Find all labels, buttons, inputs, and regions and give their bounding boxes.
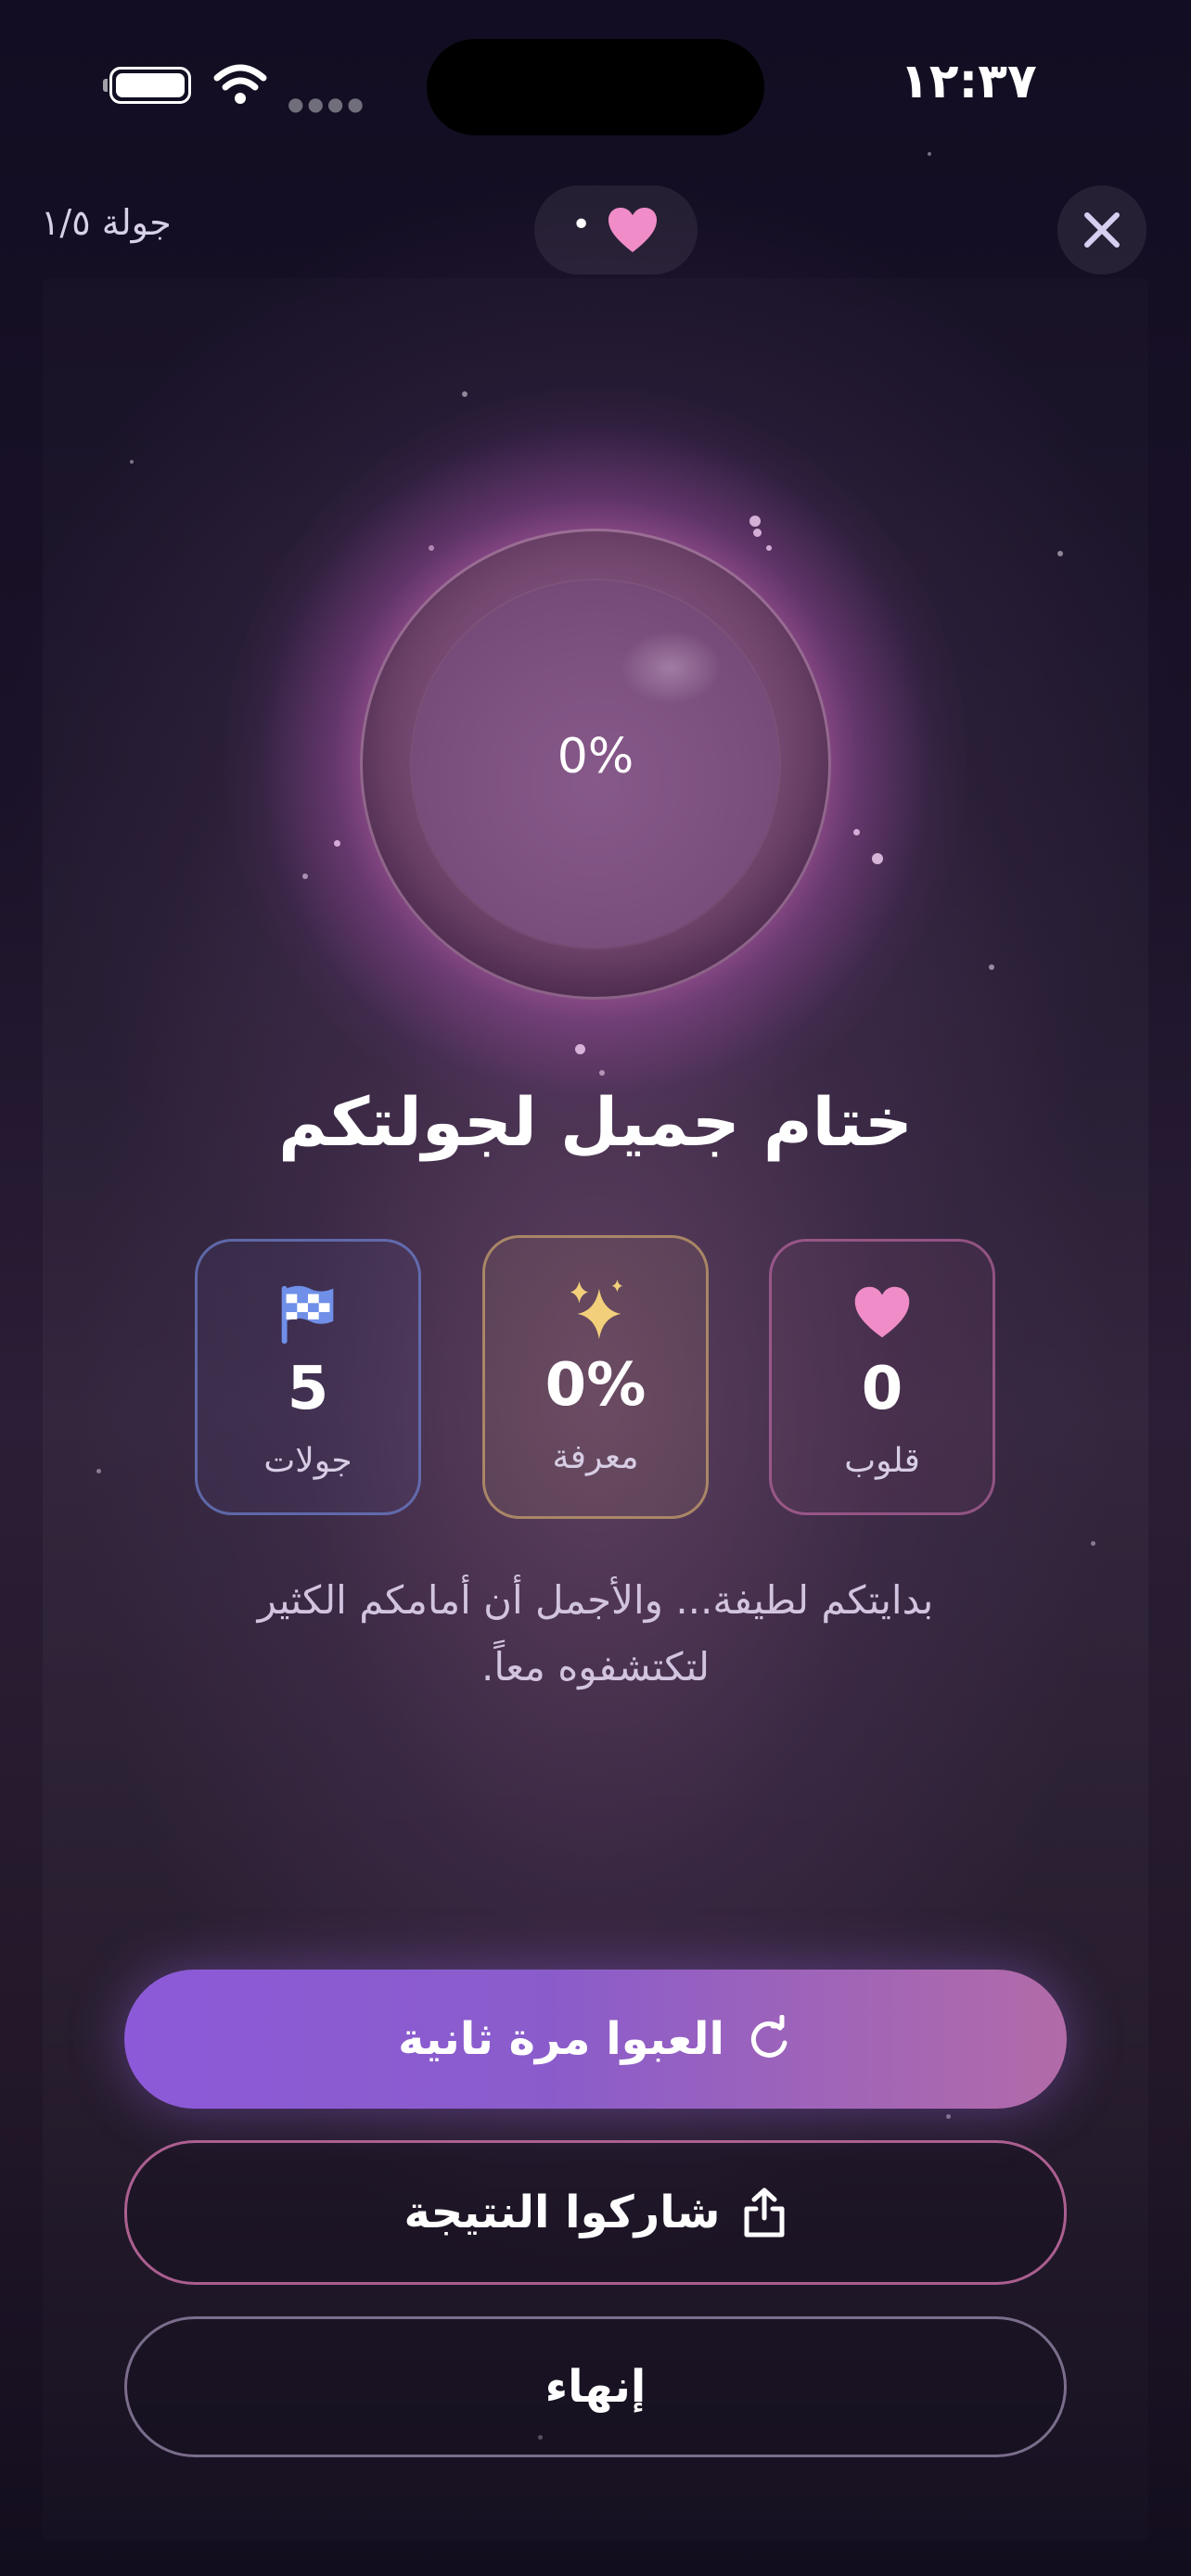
close-icon — [1084, 212, 1120, 248]
page-title: ختام جميل لجولتكم — [278, 1083, 913, 1161]
message-line-1: بدايتكم لطيفة... والأجمل أن أمامكم الكثي… — [257, 1577, 934, 1623]
share-result-button[interactable]: شاركوا النتيجة — [124, 2140, 1067, 2285]
star-decoration — [462, 391, 467, 397]
stat-value: 5 — [287, 1355, 329, 1423]
finish-button[interactable]: إنهاء — [124, 2316, 1067, 2457]
refresh-icon — [750, 2015, 788, 2058]
signal-icon: ●●●● — [288, 93, 367, 115]
stat-label: قلوب — [844, 1442, 920, 1480]
stat-value: 0 — [861, 1355, 903, 1423]
close-button[interactable] — [1057, 185, 1146, 274]
star-decoration — [989, 964, 994, 970]
star-decoration — [1057, 551, 1063, 556]
message-line-2: لتكتشفوه معاً. — [480, 1644, 710, 1690]
star-decoration — [946, 2114, 951, 2119]
checkered-flag-icon — [281, 1285, 334, 1345]
stat-card-hearts: 0 قلوب — [769, 1239, 995, 1515]
progress-orb: 0% — [360, 529, 831, 1000]
wifi-icon — [213, 64, 267, 104]
result-message: بدايتكم لطيفة... والأجمل أن أمامكم الكثي… — [186, 1567, 1005, 1701]
stat-value: 0% — [544, 1351, 647, 1420]
heart-icon — [608, 208, 657, 252]
play-again-label: العبوا مرة ثانية — [398, 2013, 724, 2065]
stat-card-knowledge: 0% معرفة — [482, 1235, 709, 1519]
dynamic-island — [427, 39, 764, 135]
orb-highlight — [620, 631, 722, 705]
status-time: ١٢:٣٧ — [900, 54, 1037, 109]
star-decoration — [1091, 1541, 1095, 1546]
orb-percentage: 0% — [557, 729, 634, 784]
heart-icon — [854, 1286, 910, 1338]
star-decoration — [130, 460, 134, 464]
round-counter: جولة ١/٥ — [41, 202, 172, 243]
hearts-count-dot: • — [571, 206, 592, 244]
finish-label: إنهاء — [544, 2361, 647, 2413]
screen: ●●●● ١٢:٣٧ جولة ١/٥ • 0% ختام جميل لجولت… — [0, 0, 1191, 2576]
play-again-button[interactable]: العبوا مرة ثانية — [124, 1970, 1067, 2109]
sparkles-icon — [570, 1279, 623, 1340]
star-decoration — [96, 1469, 101, 1473]
share-icon — [744, 2187, 784, 2238]
stat-card-rounds: 5 جولات — [195, 1239, 421, 1515]
hearts-indicator: • — [534, 185, 698, 274]
share-result-label: شاركوا النتيجة — [403, 2187, 721, 2238]
stat-label: جولات — [263, 1442, 352, 1480]
battery-icon — [103, 67, 191, 104]
star-decoration — [928, 152, 931, 156]
stat-label: معرفة — [552, 1438, 639, 1476]
